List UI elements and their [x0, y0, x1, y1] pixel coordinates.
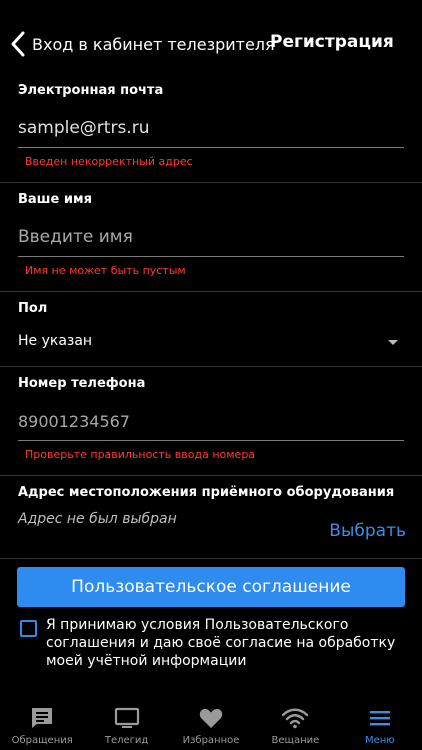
page-title: Регистрация: [270, 32, 394, 52]
gender-label: Пол: [18, 301, 48, 316]
heart-icon: [199, 708, 223, 728]
phone-field[interactable]: [18, 409, 404, 433]
email-label: Электронная почта: [18, 83, 164, 98]
tab-label: Меню: [364, 735, 395, 746]
menu-icon: [369, 711, 390, 726]
consent-checkbox[interactable]: [20, 620, 37, 637]
user-agreement-button[interactable]: Пользовательское соглашение: [17, 567, 405, 607]
phone-label: Номер телефона: [18, 376, 146, 391]
divider: [0, 182, 422, 183]
chevron-down-icon: [388, 340, 398, 345]
gender-value: Не указан: [18, 333, 93, 349]
email-field[interactable]: [18, 116, 404, 140]
phone-error: Проверьте правильность ввода номера: [25, 448, 256, 461]
divider: [0, 558, 422, 559]
tv-icon: [114, 707, 139, 728]
tab-label: Обращения: [11, 735, 73, 746]
back-label: Вход в кабинет телезрителя: [32, 34, 275, 54]
divider: [0, 475, 422, 476]
tab-menu[interactable]: Меню: [338, 700, 422, 750]
divider: [0, 366, 422, 367]
back-button[interactable]: Вход в кабинет телезрителя: [10, 28, 275, 60]
choose-address-button[interactable]: Выбрать: [329, 521, 406, 541]
email-error: Введен некорректный адрес: [25, 155, 193, 168]
wifi-icon: [282, 708, 309, 729]
name-label: Ваше имя: [18, 192, 92, 207]
tab-bar: Обращения Телегид Избранное Вещание Меню: [0, 700, 422, 750]
tab-favorites[interactable]: Избранное: [169, 700, 253, 750]
name-underline: [18, 256, 404, 257]
chevron-left-icon: [11, 31, 25, 57]
address-empty-text: Адрес не был выбран: [18, 511, 177, 527]
tab-label: Телегид: [104, 735, 149, 746]
email-underline: [18, 147, 404, 148]
tab-broadcast[interactable]: Вещание: [253, 700, 337, 750]
name-field[interactable]: [18, 225, 404, 249]
consent-text: Я принимаю условия Пользовательского сог…: [46, 617, 396, 669]
message-icon: [32, 708, 53, 728]
divider: [0, 291, 422, 292]
tab-requests[interactable]: Обращения: [0, 700, 84, 750]
phone-underline: [18, 440, 404, 441]
navigation-bar: Вход в кабинет телезрителя Регистрация: [0, 0, 422, 80]
tab-tv-guide[interactable]: Телегид: [84, 700, 168, 750]
tab-label: Вещание: [271, 735, 320, 746]
address-label: Адрес местоположения приёмного оборудова…: [18, 485, 395, 500]
name-error: Имя не может быть пустым: [25, 264, 186, 277]
gender-select[interactable]: Не указан: [0, 326, 422, 358]
tab-label: Избранное: [182, 735, 240, 746]
